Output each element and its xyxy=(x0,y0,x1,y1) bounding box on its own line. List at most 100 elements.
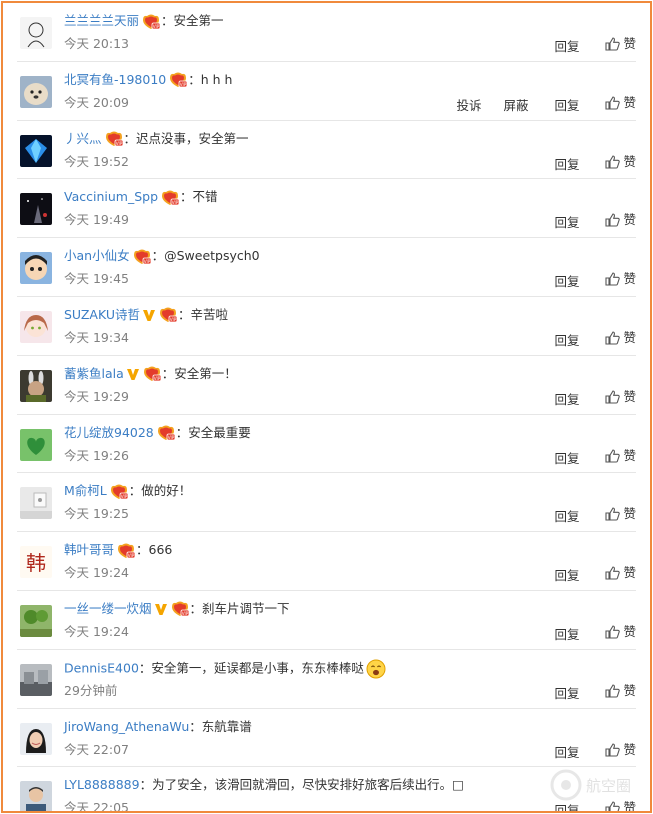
comment-actions: 回复 赞 xyxy=(532,741,636,762)
comment-username[interactable]: 小an小仙女 xyxy=(64,248,130,263)
comment-username[interactable]: SUZAKU诗哲 xyxy=(64,307,140,322)
vip-badge-icon: VIP xyxy=(170,72,188,88)
comment-time: 今天 20:13 xyxy=(64,36,129,51)
avatar-woman[interactable] xyxy=(20,722,52,755)
comment-actions: 投诉 屏蔽 回复 赞 xyxy=(434,94,636,115)
block-button[interactable]: 屏蔽 xyxy=(503,98,528,113)
thumbs-up-icon xyxy=(605,272,621,286)
comment-text: ：666 xyxy=(136,542,173,558)
comment-text: ：h h h xyxy=(188,71,233,87)
vip-badge-icon: VIP xyxy=(105,131,123,147)
avatar-sketch[interactable] xyxy=(20,17,52,49)
comment-time: 今天 19:24 xyxy=(64,565,129,581)
avatar-wall[interactable] xyxy=(20,487,52,520)
reply-button[interactable]: 回复 xyxy=(554,157,579,172)
comment-actions: 回复 赞 xyxy=(532,329,636,350)
like-button[interactable]: 赞 xyxy=(605,564,636,582)
thumbs-up-icon xyxy=(605,96,621,110)
comment-time: 今天 22:07 xyxy=(64,741,129,757)
like-button[interactable]: 赞 xyxy=(605,682,636,700)
avatar-diamond[interactable] xyxy=(20,134,52,167)
comment-row-5: 小an小仙女 VIP ：@Sweetpsych0 今天 19:45 回复 赞 xyxy=(17,238,636,297)
avatar-han[interactable]: 韩 xyxy=(20,546,52,579)
comment-time: 今天 19:49 xyxy=(64,212,129,228)
avatar-cartoon[interactable] xyxy=(20,252,52,285)
like-button[interactable]: 赞 xyxy=(605,388,636,406)
comment-username[interactable]: M俞柯L xyxy=(64,483,107,498)
comment-username[interactable]: 韩叶哥哥 xyxy=(64,542,114,557)
svg-text:VIP: VIP xyxy=(120,494,127,499)
avatar-bunny[interactable] xyxy=(20,369,52,402)
avatar-street[interactable] xyxy=(20,663,52,696)
comment-username[interactable]: 一丝一缕一炊烟 xyxy=(64,601,152,616)
comment-actions: 回复 赞 xyxy=(532,564,636,585)
comment-line: LYL8888889：为了安全，该滑回就滑回，尽快安排好旅客后续出行。□ xyxy=(64,776,464,794)
comment-username[interactable]: Vaccinium_Spp xyxy=(64,189,158,204)
svg-text:VIP: VIP xyxy=(153,376,160,381)
vip-badge-icon: VIP xyxy=(143,14,161,29)
svg-text:VIP: VIP xyxy=(181,611,188,616)
like-button[interactable]: 赞 xyxy=(605,447,636,465)
like-button[interactable]: 赞 xyxy=(605,741,636,759)
verified-v-icon xyxy=(154,604,167,616)
reply-button[interactable]: 回复 xyxy=(554,686,579,701)
like-button[interactable]: 赞 xyxy=(605,211,636,229)
like-button[interactable]: 赞 xyxy=(605,505,636,523)
reply-button[interactable]: 回复 xyxy=(554,568,579,583)
report-button[interactable]: 投诉 xyxy=(456,98,481,113)
comment-text: ：安全第一，延误都是小事，东东棒棒哒 xyxy=(138,660,364,676)
avatar-anime[interactable] xyxy=(20,310,52,343)
like-button[interactable]: 赞 xyxy=(605,623,636,641)
svg-text:VIP: VIP xyxy=(143,258,150,263)
thumbs-up-icon xyxy=(605,449,621,463)
comment-username[interactable]: 北冥有鱼-198010 xyxy=(64,72,166,87)
comment-username[interactable]: 花儿绽放94028 xyxy=(64,425,154,440)
comment-actions: 回复 赞 xyxy=(532,682,636,703)
reply-button[interactable]: 回复 xyxy=(554,803,579,811)
comment-username[interactable]: 兰兰兰兰天丽 xyxy=(64,13,139,28)
svg-text:VIP: VIP xyxy=(170,317,177,322)
reply-button[interactable]: 回复 xyxy=(554,274,579,289)
like-button[interactable]: 赞 xyxy=(605,94,636,112)
like-button[interactable]: 赞 xyxy=(605,35,636,53)
comment-time: 今天 19:24 xyxy=(64,623,129,639)
comment-username[interactable]: 丿兴灬 xyxy=(64,131,102,146)
reply-button[interactable]: 回复 xyxy=(554,627,579,642)
like-button[interactable]: 赞 xyxy=(605,329,636,347)
reply-button[interactable]: 回复 xyxy=(554,333,579,348)
comment-text: ：@Sweetpsych0 xyxy=(151,248,260,264)
comment-actions: 回复 赞 xyxy=(532,505,636,526)
like-button[interactable]: 赞 xyxy=(605,153,636,171)
comment-row-4: Vaccinium_Spp VIP ：不错 今天 19:49 回复 赞 xyxy=(17,179,636,239)
reply-button[interactable]: 回复 xyxy=(554,215,579,230)
thumbs-up-icon xyxy=(605,743,621,757)
thumbs-up-icon xyxy=(605,390,621,404)
reply-button[interactable]: 回复 xyxy=(554,98,579,113)
avatar-man[interactable] xyxy=(20,781,52,811)
svg-text:韩: 韩 xyxy=(26,551,46,575)
comment-text: ：做的好！ xyxy=(128,483,192,499)
comment-row-10: 韩 韩叶哥哥 VIP ：666 今天 19:24 回复 赞 xyxy=(17,532,636,591)
comment-username[interactable]: 蓄紫鱼lala xyxy=(64,366,124,381)
like-label: 赞 xyxy=(623,212,636,228)
reply-button[interactable]: 回复 xyxy=(554,39,579,54)
reply-button[interactable]: 回复 xyxy=(554,509,579,524)
comment-row-6: SUZAKU诗哲 VIP ：辛苦啦 今天 19:34 回复 赞 xyxy=(17,297,636,356)
comment-row-1: 兰兰兰兰天丽 VIP ：安全第一 今天 20:13 回复 赞 xyxy=(17,3,636,62)
comment-line: 花儿绽放94028 VIP ：安全最重要 xyxy=(64,424,251,442)
vip-badge-icon: VIP xyxy=(162,190,180,206)
comment-row-12: DennisE400：安全第一，延误都是小事，东东棒棒哒 29分钟前 回复 赞 xyxy=(17,650,636,709)
comment-username[interactable]: JiroWang_AthenaWu xyxy=(64,719,189,734)
avatar-tree[interactable] xyxy=(20,604,52,637)
avatar-dog[interactable] xyxy=(20,75,52,108)
like-button[interactable]: 赞 xyxy=(605,270,636,288)
avatar-heart[interactable] xyxy=(20,428,52,461)
thumbs-up-icon xyxy=(605,684,621,698)
reply-button[interactable]: 回复 xyxy=(554,745,579,760)
comment-username[interactable]: DennisE400 xyxy=(64,660,139,675)
avatar-night[interactable] xyxy=(20,193,52,226)
reply-button[interactable]: 回复 xyxy=(554,451,579,466)
like-label: 赞 xyxy=(623,682,636,698)
reply-button[interactable]: 回复 xyxy=(554,392,579,407)
comment-username[interactable]: LYL8888889 xyxy=(64,777,140,792)
